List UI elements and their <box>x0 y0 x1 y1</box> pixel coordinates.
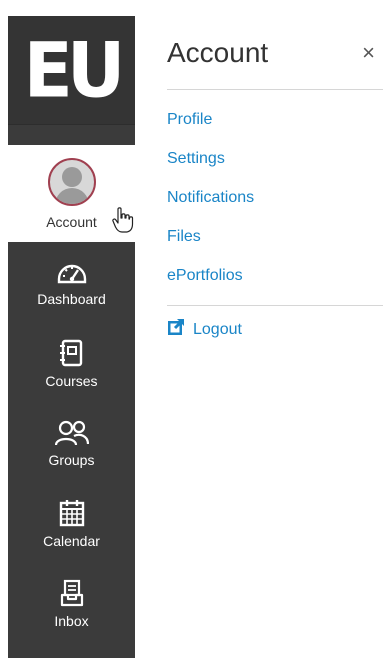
hand-cursor-icon <box>112 207 134 236</box>
tray-header: Account × <box>167 16 383 90</box>
account-links: Profile Settings Notifications Files ePo… <box>167 90 383 295</box>
logo-text: EU <box>23 25 126 115</box>
list-item: Notifications <box>167 178 383 217</box>
list-item: Profile <box>167 100 383 139</box>
nav-item-label: Calendar <box>43 533 100 549</box>
nav-item-courses[interactable]: Courses <box>8 324 135 404</box>
courses-icon <box>59 339 84 367</box>
nav-item-inbox[interactable]: Inbox <box>8 564 135 644</box>
files-link[interactable]: Files <box>167 228 201 246</box>
nav-item-calendar[interactable]: Calendar <box>8 484 135 564</box>
groups-icon <box>54 420 89 446</box>
nav-item-label: Account <box>46 213 97 230</box>
settings-link[interactable]: Settings <box>167 150 225 168</box>
tray-title: Account <box>167 36 269 68</box>
calendar-icon <box>59 499 85 527</box>
divider <box>167 305 383 306</box>
nav-item-label: Courses <box>45 373 98 389</box>
nav-item-dashboard[interactable]: Dashboard <box>8 244 135 324</box>
close-button[interactable]: × <box>362 40 375 66</box>
account-tray: Account × Profile Settings Notifications… <box>167 16 383 658</box>
logo[interactable]: EU <box>8 16 135 125</box>
inbox-icon <box>60 579 84 607</box>
nav-item-label: Groups <box>48 452 95 468</box>
nav-item-account[interactable]: Account <box>8 145 135 242</box>
nav-item-label: Dashboard <box>37 291 106 307</box>
logout-label: Logout <box>193 320 242 338</box>
logout-button[interactable]: Logout <box>167 318 383 341</box>
eportfolios-link[interactable]: ePortfolios <box>167 267 243 285</box>
list-item: ePortfolios <box>167 256 383 295</box>
list-item: Settings <box>167 139 383 178</box>
dashboard-icon <box>57 261 87 285</box>
list-item: Files <box>167 217 383 256</box>
profile-link[interactable]: Profile <box>167 111 212 129</box>
nav-item-label: Inbox <box>54 613 89 629</box>
notifications-link[interactable]: Notifications <box>167 189 254 207</box>
global-nav: EU Account Dashboard Courses Groups Cale… <box>8 16 135 658</box>
external-link-icon <box>167 318 185 341</box>
nav-item-groups[interactable]: Groups <box>8 404 135 484</box>
avatar <box>47 157 96 206</box>
